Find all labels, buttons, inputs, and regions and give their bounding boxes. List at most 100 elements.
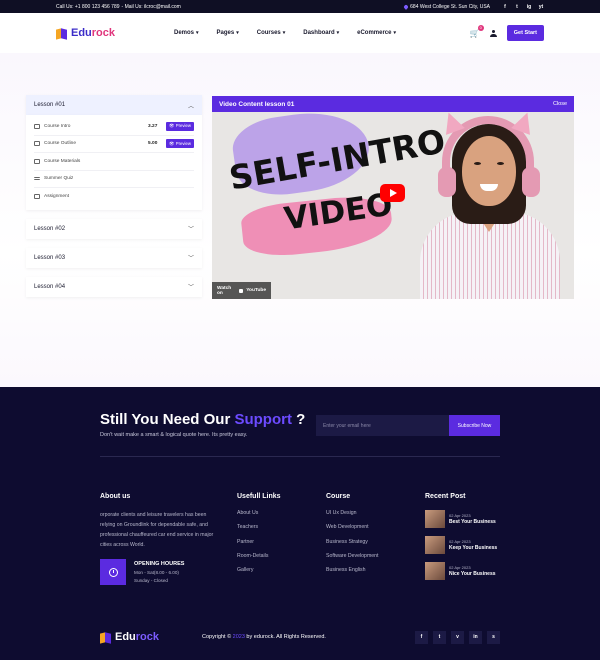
lesson-title: Lesson #03: [34, 254, 66, 261]
subscribe-button[interactable]: Subscribe Now: [449, 415, 500, 436]
main-nav: Demos ▾ Pages ▾ Courses ▾ Dashboard ▾ eComme…: [174, 30, 470, 36]
lesson-item[interactable]: Course Outline 5.00 👁 Preview: [34, 136, 194, 153]
vimeo-icon[interactable]: v: [451, 630, 464, 644]
lesson-content-area: Lesson #01 ︿ Course Intro 3.27 👁 Preview…: [0, 53, 600, 387]
chevron-down-icon: ﹀: [187, 256, 194, 262]
hours-weekday: Mon - Sat(8.00 - 6.00): [134, 570, 179, 575]
lesson-item[interactable]: Summer Quiz: [34, 171, 194, 188]
course-link[interactable]: Business English: [326, 567, 378, 573]
chevron-down-icon: ▾: [393, 30, 396, 36]
get-start-button[interactable]: Get Start: [506, 25, 544, 41]
recent-post[interactable]: 02 Apr 2023 Keep Your Business: [425, 536, 497, 554]
course-link[interactable]: Business Strategy: [326, 539, 378, 545]
course-link[interactable]: Software Development: [326, 553, 378, 559]
nav-courses[interactable]: Courses ▾: [257, 30, 286, 36]
course-link[interactable]: Web Development: [326, 524, 378, 530]
hours-title: OPENING HOURES: [134, 561, 185, 567]
address: 684 West College St. Sun City, USA: [403, 4, 490, 10]
post-title: Nice Your Business: [449, 571, 496, 577]
linkedin-icon[interactable]: in: [469, 630, 482, 644]
logo-text: Edurock: [115, 631, 160, 643]
clock-icon: [100, 559, 126, 585]
quiz-icon: [34, 177, 40, 181]
preview-button[interactable]: 👁 Preview: [166, 139, 194, 149]
subscribe-form: Subscribe Now: [316, 415, 500, 436]
footer-link[interactable]: Teachers: [237, 524, 281, 530]
about-column: About us orporate clients and leisure tr…: [100, 493, 216, 550]
twitter-icon[interactable]: t: [514, 4, 520, 10]
subscribe-description: Don't wait make a smart & logical quote …: [100, 432, 248, 438]
video-header: Video Content lesson 01 Close: [212, 96, 574, 112]
post-thumbnail: [425, 510, 445, 528]
mail-info[interactable]: - Mail Us: ilcroc@mail.com: [122, 4, 181, 10]
footer-divider: [100, 456, 500, 457]
lesson-04-header[interactable]: Lesson #04 ﹀: [26, 276, 202, 297]
youtube-icon[interactable]: yt: [538, 4, 544, 10]
top-bar: Call Us: +1 800 123 456 789 - Mail Us: i…: [0, 0, 600, 13]
email-input[interactable]: [316, 415, 449, 436]
document-icon: [34, 158, 40, 164]
book-logo-icon: [100, 631, 111, 644]
lesson-title: Lesson #01: [34, 102, 66, 108]
call-info[interactable]: Call Us: +1 800 123 456 789: [56, 4, 120, 10]
lesson-item[interactable]: Assignment: [34, 188, 194, 206]
nav-demos[interactable]: Demos ▾: [174, 30, 199, 36]
post-thumbnail: [425, 536, 445, 554]
footer-bottom-bar: Edurock Copyright © 2023 by edurock. All…: [100, 630, 500, 644]
facebook-icon[interactable]: f: [502, 4, 508, 10]
recent-title: Recent Post: [425, 493, 466, 500]
preview-button[interactable]: 👁 Preview: [166, 121, 194, 131]
lesson-item-label: Assignment: [44, 194, 70, 200]
recent-post[interactable]: 02 Apr 2023 Best Your Business: [425, 510, 497, 528]
twitter-icon[interactable]: t: [433, 630, 446, 644]
footer-link[interactable]: About Us: [237, 510, 281, 516]
book-logo-icon: [56, 27, 67, 40]
recent-post-column: Recent Post 02 Apr 2023 Best Your Busines…: [425, 493, 497, 588]
chevron-down-icon: ▾: [282, 30, 286, 36]
course-link[interactable]: UI Ux Design: [326, 510, 378, 516]
assignment-icon: [34, 194, 40, 200]
footer-logo[interactable]: Edurock: [100, 631, 202, 644]
lesson-item-label: Summer Quiz: [44, 176, 74, 182]
lesson-02-header[interactable]: Lesson #02 ﹀: [26, 218, 202, 239]
chevron-down-icon: ▾: [196, 30, 199, 36]
chevron-down-icon: ▾: [336, 30, 340, 36]
cart-badge: 0: [477, 24, 484, 31]
instagram-icon[interactable]: ig: [526, 4, 532, 10]
footer-link[interactable]: Gallery: [237, 567, 281, 573]
lesson-item[interactable]: Course Materials: [34, 153, 194, 171]
skype-icon[interactable]: s: [487, 630, 500, 644]
lesson-01-body: Course Intro 3.27 👁 Preview Course Outli…: [26, 115, 202, 210]
hours-sunday: Sunday - Closed: [134, 578, 168, 583]
watch-on-youtube[interactable]: Watch on YouTube: [212, 282, 271, 299]
lesson-accordion: Lesson #01 ︿ Course Intro 3.27 👁 Preview…: [26, 95, 202, 297]
lesson-01-header[interactable]: Lesson #01 ︿: [26, 95, 202, 115]
course-column: Course UI Ux Design Web Development Busi…: [326, 493, 378, 581]
chevron-up-icon: ︿: [187, 103, 194, 110]
lesson-duration: 3.27: [148, 123, 158, 129]
lesson-03-header[interactable]: Lesson #03 ﹀: [26, 247, 202, 268]
lesson-item-label: Course Outline: [44, 141, 76, 147]
footer-link[interactable]: Partner: [237, 539, 281, 545]
course-title: Course: [326, 493, 351, 500]
site-logo[interactable]: Edurock: [56, 27, 174, 40]
footer-link[interactable]: Room-Details: [237, 553, 281, 559]
main-header: Edurock Demos ▾ Pages ▾ Courses ▾ Dashboard…: [0, 13, 600, 53]
nav-dashboard[interactable]: Dashboard ▾: [303, 30, 339, 36]
subscribe-title: Still You Need Our Support ?: [100, 411, 306, 428]
useful-links-column: Usefull Links About Us Teachers Partner …: [237, 493, 281, 581]
user-icon[interactable]: [489, 29, 497, 37]
close-button[interactable]: Close: [553, 101, 567, 107]
nav-pages[interactable]: Pages ▾: [217, 30, 239, 36]
nav-ecommerce[interactable]: eCommerce ▾: [357, 30, 396, 36]
about-text: orporate clients and leisure travelers h…: [100, 512, 214, 548]
post-date: 02 Apr 2023: [449, 513, 471, 518]
copyright: Copyright © 2023 by edurock. All Rights …: [202, 634, 326, 640]
video-title: Video Content lesson 01: [219, 100, 295, 108]
cart-icon[interactable]: 🛒 0: [470, 24, 484, 38]
video-player[interactable]: SELF-INTRO VIDEO Watch on YouTube: [212, 112, 574, 299]
lesson-item[interactable]: Course Intro 3.27 👁 Preview: [34, 118, 194, 136]
facebook-icon[interactable]: f: [415, 630, 428, 644]
chevron-down-icon: ﹀: [187, 285, 194, 291]
recent-post[interactable]: 02 Apr 2023 Nice Your Business: [425, 562, 497, 580]
